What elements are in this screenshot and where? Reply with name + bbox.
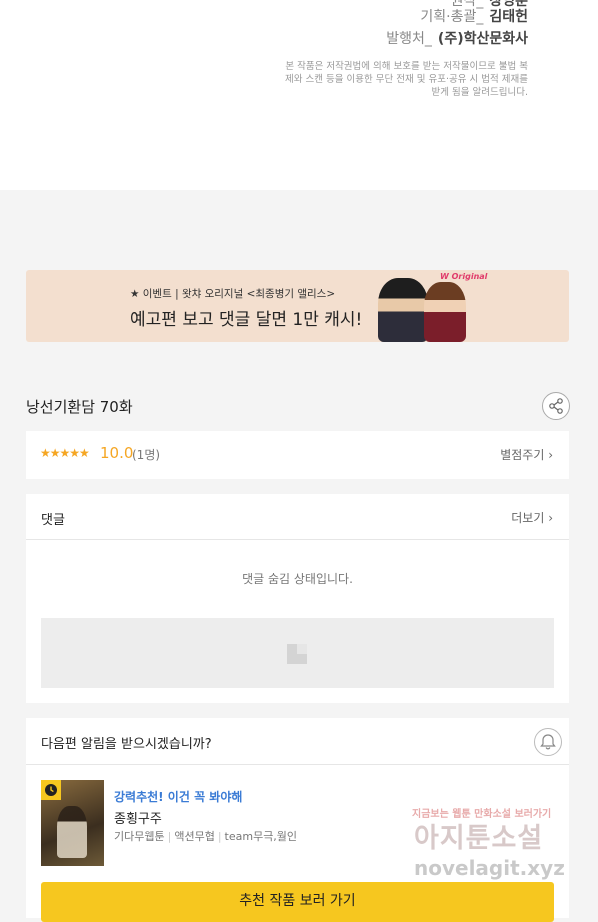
comments-title: 댓글 [41, 513, 65, 528]
bell-icon [540, 734, 556, 750]
rating-stars: ★★★★★ [40, 446, 90, 460]
comments-hidden-message: 댓글 숨김 상태입니다. [242, 572, 353, 586]
clock-icon [45, 784, 57, 796]
banner-character-illustration [424, 282, 466, 342]
credit-planning: 기획·총괄_ 김태헌 [420, 9, 528, 25]
recommended-work-title[interactable]: 종횡구주 [114, 808, 162, 827]
share-icon [549, 398, 563, 414]
recommended-work-tags: 기다무웹툰 | 액션무협 | team무극,월인 [114, 830, 298, 843]
rate-button[interactable]: 별점주기 › [500, 446, 553, 463]
site-watermark: 지금보는 웹툰 만화소설 보러가기 아지툰소설 novelagit.xyz [408, 800, 588, 895]
rating-count: (1명) [132, 448, 161, 462]
recommended-work-thumbnail[interactable] [41, 780, 104, 866]
promo-link[interactable]: 강력추천! 이건 꼭 봐야해 [114, 788, 242, 805]
event-banner[interactable]: ★ 이벤트 | 왓챠 오리지널 <최종병기 앨리스> 예고편 보고 댓글 달면 … [26, 270, 569, 342]
banner-subtitle: ★ 이벤트 | 왓챠 오리지널 <최종병기 앨리스> [130, 288, 336, 300]
comments-section: 댓글 더보기 › 댓글 숨김 상태입니다. [26, 494, 569, 703]
banner-character-illustration [378, 278, 428, 342]
rating-score: 10.0 [100, 444, 134, 462]
watermark-name: 아지툰소설 [414, 823, 544, 854]
image-placeholder-icon [287, 644, 307, 664]
rating-row: ★★★★★ 10.0 (1명) 별점주기 › [26, 431, 569, 479]
ad-placeholder [41, 618, 554, 688]
watermark-url: novelagit.xyz [414, 856, 565, 880]
share-button[interactable] [542, 392, 570, 420]
alert-question: 다음편 알림을 받으시겠습니까? [41, 737, 212, 752]
credit-publisher: 발행처_ (주)학산문화사 [386, 31, 528, 47]
comments-more-link[interactable]: 더보기 › [511, 509, 553, 526]
wait-free-badge [41, 780, 61, 800]
comments-header: 댓글 더보기 › [26, 494, 569, 540]
episode-title: 낭선기환담 70화 [26, 398, 133, 416]
watcha-original-logo: W Original [440, 272, 488, 281]
thumbnail-figure [57, 806, 87, 858]
copyright-notice: 본 작품은 저작권법에 의해 보호를 받는 저작물이므로 불법 복제와 스캔 등… [285, 61, 528, 98]
credits-section: 원작_ 장영훈 기획·총괄_ 김태헌 발행처_ (주)학산문화사 본 작품은 저작권법… [0, 0, 598, 190]
banner-title: 예고편 보고 댓글 달면 1만 캐시! [130, 310, 363, 330]
alert-bell-button[interactable] [534, 728, 562, 756]
divider [26, 764, 569, 765]
